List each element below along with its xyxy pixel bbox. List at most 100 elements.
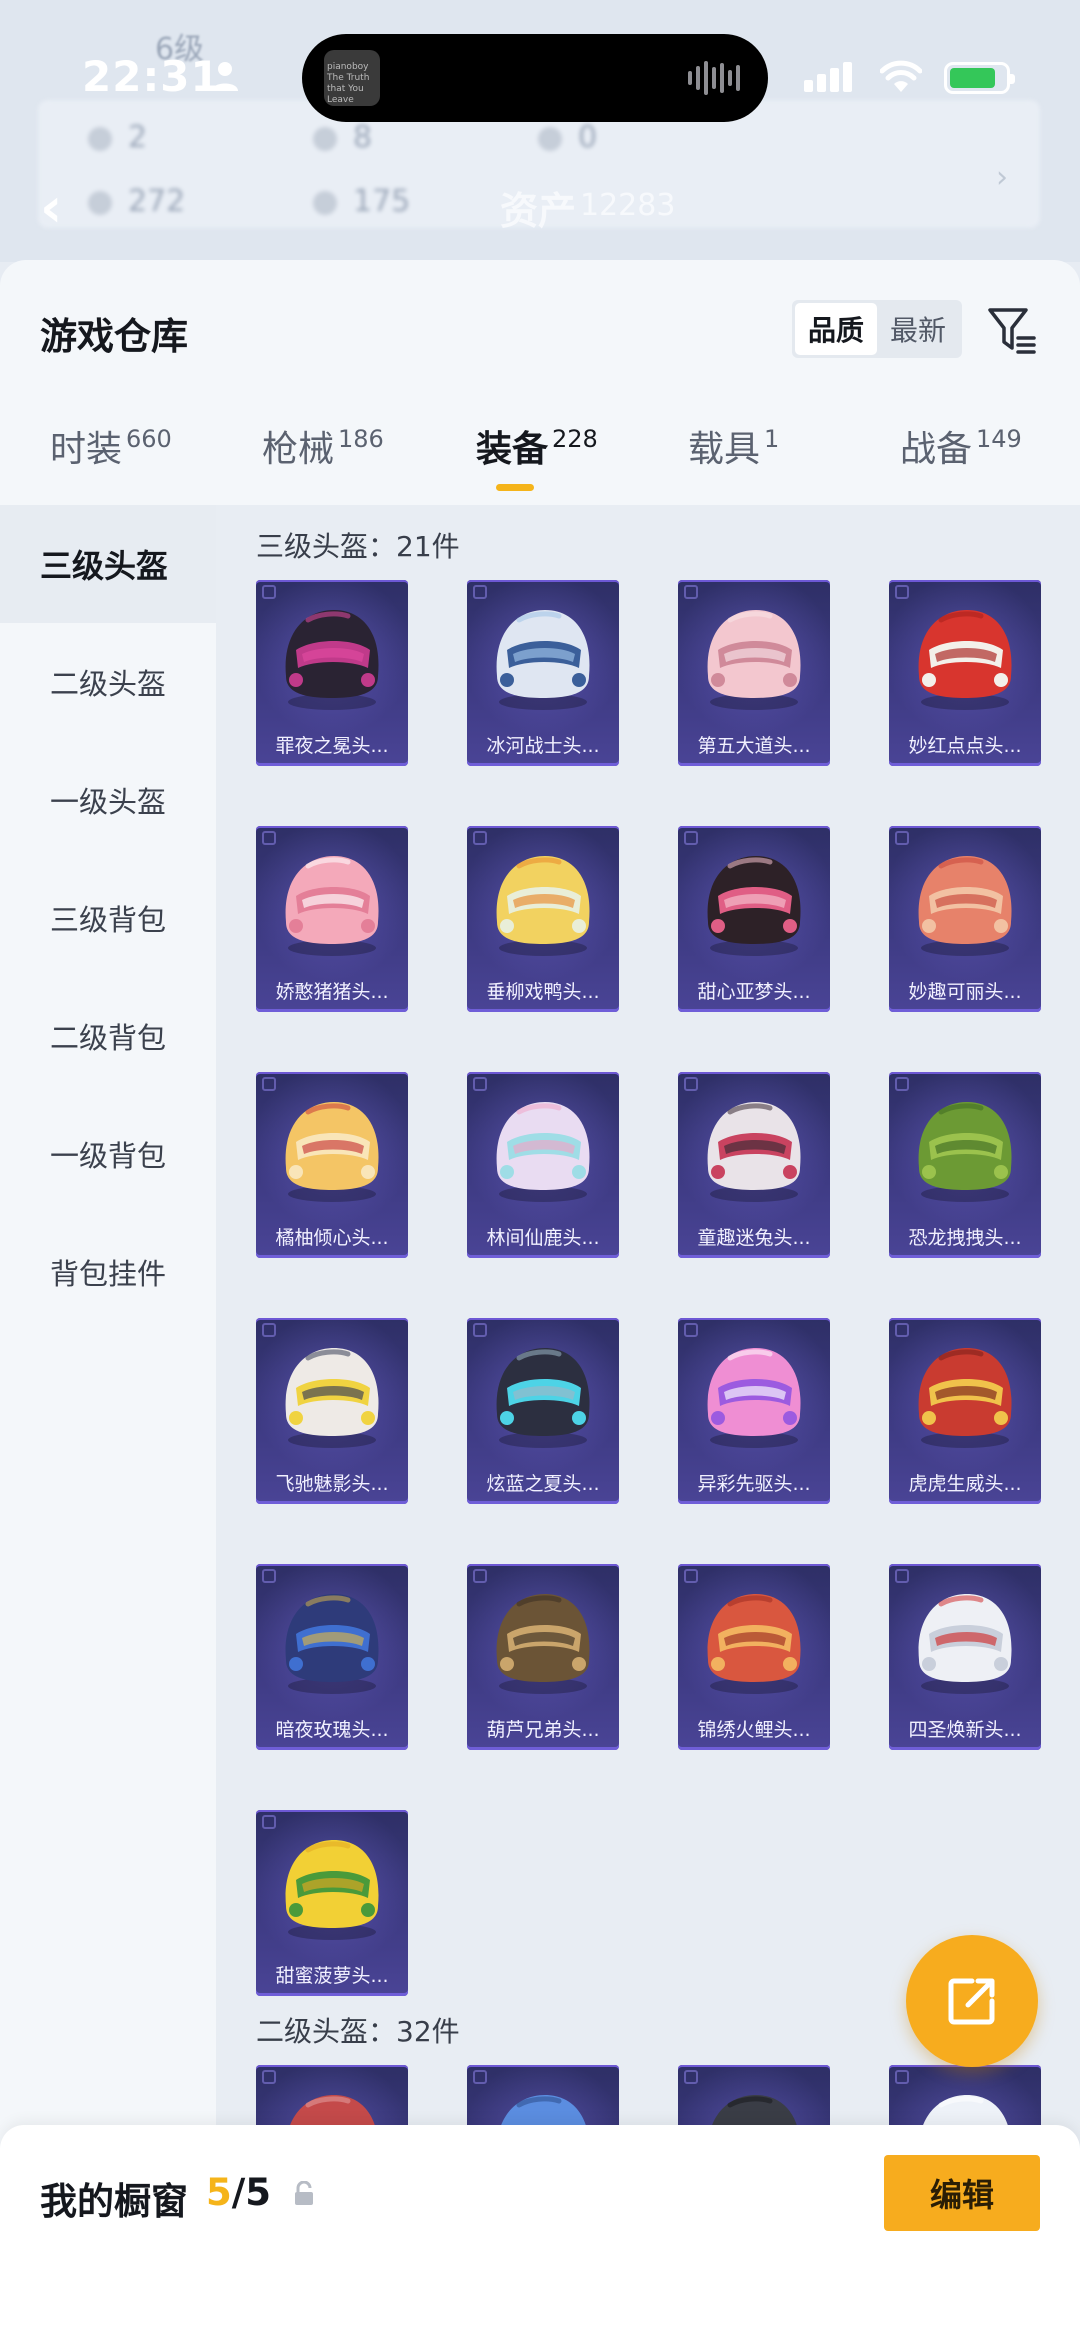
dynamic-island[interactable]: pianoboy The Truth that You Leave bbox=[302, 34, 768, 122]
item-card[interactable]: 飞驰魅影头... bbox=[256, 1318, 408, 1504]
item-card[interactable]: 冰河战士头... bbox=[467, 580, 619, 766]
item-card[interactable]: 娇憨猪猪头... bbox=[256, 826, 408, 1012]
person-icon bbox=[212, 62, 238, 91]
item-name: 冰河战士头... bbox=[486, 735, 600, 757]
stat-item: 272 bbox=[88, 184, 185, 219]
item-name: 罪夜之冕头... bbox=[275, 735, 389, 757]
stat-item: 175 bbox=[313, 184, 410, 219]
medal-icon bbox=[88, 126, 112, 151]
tab-equipment[interactable]: 装备 228 bbox=[476, 420, 598, 472]
helmet-image bbox=[496, 856, 590, 956]
helmet-image bbox=[707, 856, 801, 956]
lock-icon bbox=[295, 2181, 313, 2205]
item-name: 炫蓝之夏头... bbox=[486, 1473, 600, 1495]
status-time: 22:31 bbox=[82, 52, 221, 101]
item-card[interactable]: 橘柚倾心头... bbox=[256, 1072, 408, 1258]
item-card[interactable]: 妙趣可丽头... bbox=[889, 826, 1041, 1012]
tab-vehicles[interactable]: 载具 1 bbox=[688, 420, 779, 472]
item-grid-area: 三级头盔：21件 罪夜之冕头... 冰河战士头... 第五大道头... 妙红点点… bbox=[216, 505, 1080, 2347]
tab-firearms[interactable]: 枪械 186 bbox=[262, 420, 384, 472]
item-card[interactable]: 林间仙鹿头... bbox=[467, 1072, 619, 1258]
item-card[interactable]: 炫蓝之夏头... bbox=[467, 1318, 619, 1504]
active-tab-indicator bbox=[496, 484, 534, 491]
now-playing-artwork: pianoboy The Truth that You Leave bbox=[324, 50, 380, 106]
wifi-icon bbox=[880, 60, 922, 92]
item-card[interactable]: 甜蜜菠萝头... bbox=[256, 1810, 408, 1996]
audio-waveform-icon bbox=[688, 60, 740, 96]
item-card[interactable]: 虎虎生威头... bbox=[889, 1318, 1041, 1504]
medal-icon bbox=[313, 126, 337, 151]
item-name: 暗夜玫瑰头... bbox=[275, 1719, 389, 1741]
helmet-image bbox=[918, 1594, 1012, 1694]
helmet-image bbox=[285, 1348, 379, 1448]
item-name: 第五大道头... bbox=[697, 735, 811, 757]
back-chevron-icon[interactable]: ‹ bbox=[40, 176, 62, 239]
sort-toggle[interactable]: 品质 最新 bbox=[792, 300, 962, 358]
filter-icon[interactable] bbox=[986, 304, 1038, 356]
item-card[interactable]: 第五大道头... bbox=[678, 580, 830, 766]
sort-option-latest[interactable]: 最新 bbox=[877, 303, 959, 355]
item-card[interactable]: 葫芦兄弟头... bbox=[467, 1564, 619, 1750]
asset-value: 12283 bbox=[580, 188, 676, 223]
item-name: 异彩先驱头... bbox=[697, 1473, 811, 1495]
sidebar-item-backpack-charm[interactable]: 背包挂件 bbox=[0, 1213, 216, 1331]
helmet-image bbox=[918, 1348, 1012, 1448]
stat-item: 0 bbox=[538, 120, 597, 155]
helmet-image bbox=[496, 1102, 590, 1202]
item-card[interactable]: 四圣焕新头... bbox=[889, 1564, 1041, 1750]
background-header: 6级 2 8 0 272 175 ‹ 资产 12283 › 22:31 pian… bbox=[0, 0, 1080, 262]
stat-item: 2 bbox=[88, 120, 147, 155]
asset-label: 资产 bbox=[500, 189, 577, 233]
item-card[interactable]: 甜心亚梦头... bbox=[678, 826, 830, 1012]
item-name: 童趣迷兔头... bbox=[697, 1227, 811, 1249]
helmet-image bbox=[496, 1348, 590, 1448]
edit-button[interactable]: 编辑 bbox=[884, 2155, 1040, 2231]
item-name: 橘柚倾心头... bbox=[275, 1227, 389, 1249]
tab-supplies[interactable]: 战备 149 bbox=[900, 420, 1022, 472]
item-name: 垂柳戏鸭头... bbox=[486, 981, 600, 1003]
sort-option-quality[interactable]: 品质 bbox=[795, 303, 877, 355]
item-card[interactable]: 异彩先驱头... bbox=[678, 1318, 830, 1504]
item-name: 锦绣火鲤头... bbox=[697, 1719, 811, 1741]
medal-icon bbox=[538, 126, 562, 151]
sidebar-item-level3-helmet[interactable]: 三级头盔 bbox=[0, 505, 216, 623]
category-tabs: 时装 660 枪械 186 装备 228 载具 1 战备 149 bbox=[0, 420, 1080, 516]
item-card[interactable]: 垂柳戏鸭头... bbox=[467, 826, 619, 1012]
item-name: 甜蜜菠萝头... bbox=[275, 1965, 389, 1987]
item-name: 妙红点点头... bbox=[908, 735, 1022, 757]
helmet-image bbox=[918, 1102, 1012, 1202]
item-name: 恐龙拽拽头... bbox=[908, 1227, 1022, 1249]
item-name: 林间仙鹿头... bbox=[486, 1227, 600, 1249]
showcase-count: 5/5 bbox=[206, 2171, 272, 2214]
item-card[interactable]: 恐龙拽拽头... bbox=[889, 1072, 1041, 1258]
helmet-image bbox=[496, 1594, 590, 1694]
item-card[interactable]: 妙红点点头... bbox=[889, 580, 1041, 766]
section-title-level3-helmet: 三级头盔：21件 bbox=[256, 530, 460, 563]
medal-icon bbox=[88, 190, 112, 215]
helmet-image bbox=[285, 610, 379, 710]
tab-fashion[interactable]: 时装 660 bbox=[50, 420, 172, 472]
item-name: 飞驰魅影头... bbox=[275, 1473, 389, 1495]
share-button[interactable] bbox=[906, 1935, 1038, 2067]
item-card[interactable]: 暗夜玫瑰头... bbox=[256, 1564, 408, 1750]
item-name: 娇憨猪猪头... bbox=[275, 981, 389, 1003]
sidebar-item-level1-helmet[interactable]: 一级头盔 bbox=[0, 741, 216, 859]
helmet-image bbox=[285, 856, 379, 956]
sidebar-item-level2-helmet[interactable]: 二级头盔 bbox=[0, 623, 216, 741]
helmet-image bbox=[707, 610, 801, 710]
item-card[interactable]: 锦绣火鲤头... bbox=[678, 1564, 830, 1750]
item-name: 葫芦兄弟头... bbox=[486, 1719, 600, 1741]
battery-icon bbox=[944, 62, 1015, 94]
sidebar-item-level3-backpack[interactable]: 三级背包 bbox=[0, 859, 216, 977]
item-card[interactable]: 罪夜之冕头... bbox=[256, 580, 408, 766]
item-name: 四圣焕新头... bbox=[908, 1719, 1022, 1741]
sidebar-item-level2-backpack[interactable]: 二级背包 bbox=[0, 977, 216, 1095]
helmet-image bbox=[918, 610, 1012, 710]
helmet-image bbox=[707, 1102, 801, 1202]
page-title: 游戏仓库 bbox=[40, 315, 188, 358]
item-card[interactable]: 童趣迷兔头... bbox=[678, 1072, 830, 1258]
sidebar-item-level1-backpack[interactable]: 一级背包 bbox=[0, 1095, 216, 1213]
chevron-right-icon: › bbox=[996, 160, 1008, 195]
share-icon bbox=[948, 1978, 995, 2025]
medal-icon bbox=[313, 190, 337, 215]
